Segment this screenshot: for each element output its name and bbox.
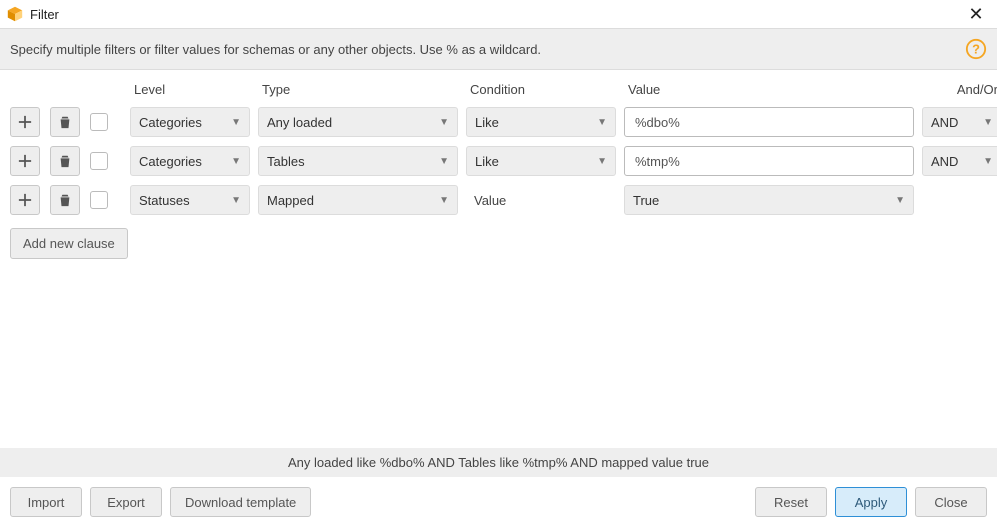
level-select-label: Categories [139, 115, 231, 130]
window-title: Filter [30, 7, 961, 22]
info-text: Specify multiple filters or filter value… [10, 42, 965, 57]
level-select[interactable]: Categories ▼ [130, 107, 250, 137]
row-checkbox[interactable] [90, 152, 108, 170]
app-icon [6, 5, 24, 23]
condition-select[interactable]: Like ▼ [466, 146, 616, 176]
value-select-label: True [633, 193, 895, 208]
add-row-button[interactable] [10, 146, 40, 176]
andor-select-label: AND [931, 115, 983, 130]
title-bar: Filter ✕ [0, 0, 997, 28]
header-level: Level [130, 82, 250, 97]
chevron-down-icon: ▼ [597, 156, 607, 167]
add-row-button[interactable] [10, 107, 40, 137]
apply-button[interactable]: Apply [835, 487, 907, 517]
info-bar: Specify multiple filters or filter value… [0, 28, 997, 70]
close-icon[interactable]: ✕ [961, 2, 991, 26]
condition-static: Value [466, 193, 616, 208]
condition-select-label: Like [475, 115, 597, 130]
row-checkbox[interactable] [90, 191, 108, 209]
header-type: Type [258, 82, 458, 97]
header-value: Value [624, 82, 914, 97]
level-select[interactable]: Categories ▼ [130, 146, 250, 176]
condition-select-label: Like [475, 154, 597, 169]
row-checkbox[interactable] [90, 113, 108, 131]
chevron-down-icon: ▼ [439, 156, 449, 167]
svg-text:?: ? [972, 42, 980, 57]
value-select[interactable]: True ▼ [624, 185, 914, 215]
type-select[interactable]: Tables ▼ [258, 146, 458, 176]
type-select[interactable]: Mapped ▼ [258, 185, 458, 215]
type-select[interactable]: Any loaded ▼ [258, 107, 458, 137]
filter-summary: Any loaded like %dbo% AND Tables like %t… [0, 448, 997, 477]
delete-row-button[interactable] [50, 107, 80, 137]
andor-select[interactable]: AND ▼ [922, 107, 997, 137]
delete-row-button[interactable] [50, 185, 80, 215]
value-input[interactable] [624, 107, 914, 137]
chevron-down-icon: ▼ [983, 156, 993, 167]
add-new-clause-button[interactable]: Add new clause [10, 228, 128, 259]
chevron-down-icon: ▼ [983, 117, 993, 128]
delete-row-button[interactable] [50, 146, 80, 176]
chevron-down-icon: ▼ [231, 156, 241, 167]
type-select-label: Any loaded [267, 115, 439, 130]
export-button[interactable]: Export [90, 487, 162, 517]
level-select-label: Statuses [139, 193, 231, 208]
add-row-button[interactable] [10, 185, 40, 215]
andor-select[interactable]: AND ▼ [922, 146, 997, 176]
filter-row: Statuses ▼ Mapped ▼ Value True ▼ [10, 185, 987, 215]
chevron-down-icon: ▼ [597, 117, 607, 128]
header-andor: And/Or [922, 82, 997, 97]
andor-select-label: AND [931, 154, 983, 169]
import-button[interactable]: Import [10, 487, 82, 517]
value-input[interactable] [624, 146, 914, 176]
download-template-button[interactable]: Download template [170, 487, 311, 517]
header-condition: Condition [466, 82, 616, 97]
level-select[interactable]: Statuses ▼ [130, 185, 250, 215]
chevron-down-icon: ▼ [895, 195, 905, 206]
chevron-down-icon: ▼ [231, 117, 241, 128]
chevron-down-icon: ▼ [439, 117, 449, 128]
filter-grid: Level Type Condition Value And/Or Catego… [0, 70, 997, 448]
reset-button[interactable]: Reset [755, 487, 827, 517]
type-select-label: Mapped [267, 193, 439, 208]
help-icon[interactable]: ? [965, 38, 987, 60]
grid-header-row: Level Type Condition Value And/Or [10, 82, 987, 97]
chevron-down-icon: ▼ [231, 195, 241, 206]
condition-select[interactable]: Like ▼ [466, 107, 616, 137]
filter-row: Categories ▼ Tables ▼ Like ▼ AND ▼ [10, 146, 987, 176]
filter-row: Categories ▼ Any loaded ▼ Like ▼ AND ▼ [10, 107, 987, 137]
close-button[interactable]: Close [915, 487, 987, 517]
type-select-label: Tables [267, 154, 439, 169]
footer: Import Export Download template Reset Ap… [0, 477, 997, 527]
level-select-label: Categories [139, 154, 231, 169]
chevron-down-icon: ▼ [439, 195, 449, 206]
